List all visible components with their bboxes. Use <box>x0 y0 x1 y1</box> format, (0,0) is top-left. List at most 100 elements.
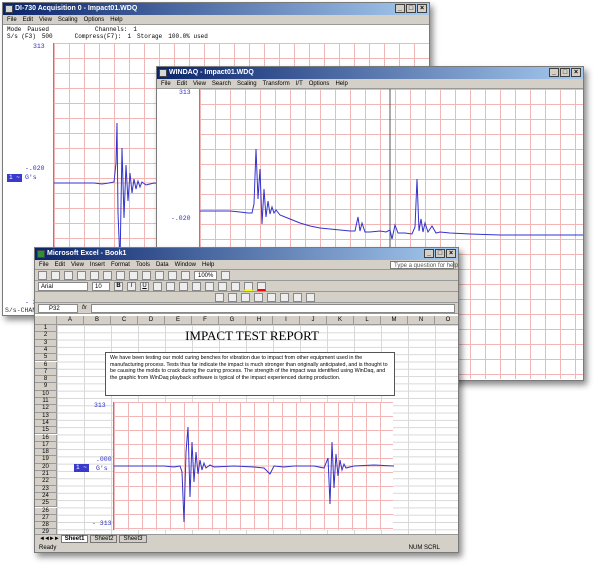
menu-scaling[interactable]: Scaling <box>58 15 78 24</box>
minimize-button[interactable]: _ <box>549 68 559 77</box>
row-header[interactable]: 17 <box>35 441 57 450</box>
paste-icon[interactable] <box>116 270 125 280</box>
menu-options[interactable]: Options <box>309 79 330 88</box>
row-header[interactable]: 10 <box>35 390 57 398</box>
embedded-chart[interactable]: 313 .000 1 ~ G's - 313 <box>74 402 394 530</box>
menu-transform[interactable]: Transform <box>263 79 290 88</box>
column-header[interactable]: K <box>327 316 354 325</box>
percent-icon[interactable] <box>218 281 227 291</box>
column-header[interactable]: N <box>408 316 435 325</box>
row-header[interactable]: 12 <box>35 405 57 413</box>
row-header[interactable]: 24 <box>35 492 57 501</box>
row-header[interactable]: 2 <box>35 332 57 340</box>
font-size-select[interactable]: 10 <box>92 281 110 291</box>
font-color-icon[interactable] <box>257 281 266 291</box>
row-header[interactable]: 25 <box>35 500 57 508</box>
borders-icon[interactable] <box>231 281 240 291</box>
cut-icon[interactable] <box>90 270 99 280</box>
menu-file[interactable]: File <box>7 15 17 24</box>
underline-icon[interactable]: U <box>140 281 149 291</box>
column-header[interactable]: O <box>435 316 458 325</box>
row-header[interactable]: 28 <box>35 522 57 530</box>
bold-icon[interactable]: B <box>114 281 123 291</box>
column-header[interactable]: E <box>165 316 192 325</box>
menu-view[interactable]: View <box>71 260 84 269</box>
new-icon[interactable] <box>38 270 47 280</box>
select-all-corner[interactable] <box>35 316 57 325</box>
row-header[interactable]: 19 <box>35 456 57 464</box>
arrow-icon[interactable] <box>241 292 250 302</box>
chart-icon[interactable] <box>181 270 190 280</box>
row-header[interactable]: 18 <box>35 449 57 457</box>
row-header[interactable]: 22 <box>35 478 57 486</box>
align-right-icon[interactable] <box>179 281 188 291</box>
merge-icon[interactable] <box>192 281 201 291</box>
print-icon[interactable] <box>77 270 86 280</box>
column-header[interactable]: A <box>57 316 84 325</box>
rectangle-icon[interactable] <box>254 292 263 302</box>
row-header[interactable]: 7 <box>35 368 57 377</box>
di730-titlebar[interactable]: DI-730 Acquisition 0 - Impact01.WDQ _ □ × <box>3 3 429 15</box>
textbox-icon[interactable] <box>280 292 289 302</box>
close-button[interactable]: × <box>417 4 427 13</box>
row-header[interactable]: 3 <box>35 339 57 347</box>
menu-search[interactable]: Search <box>212 79 231 88</box>
row-header[interactable]: 1 <box>35 325 57 333</box>
di730-channel-tag[interactable]: 1 ~ <box>7 174 22 182</box>
row-header[interactable]: 16 <box>35 434 57 442</box>
align-center-icon[interactable] <box>166 281 175 291</box>
menu-scaling[interactable]: Scaling <box>237 79 257 88</box>
column-header[interactable]: L <box>354 316 381 325</box>
row-header[interactable]: 26 <box>35 507 57 515</box>
menu-tools[interactable]: Tools <box>136 260 150 269</box>
column-header[interactable]: B <box>84 316 111 325</box>
row-header[interactable]: 15 <box>35 427 57 435</box>
formula-input[interactable] <box>90 303 455 313</box>
column-header[interactable]: J <box>300 316 327 325</box>
menu-edit[interactable]: Edit <box>55 260 65 269</box>
italic-icon[interactable]: I <box>127 281 136 291</box>
menu-file[interactable]: File <box>39 260 49 269</box>
sheet-area[interactable]: ABCDEFGHIJKLMNO 1 2 3 4 5 6 7 8 9 10 11 12 13 14 15 16 1… <box>35 316 458 534</box>
oval-icon[interactable] <box>267 292 276 302</box>
wordart-icon[interactable] <box>293 292 302 302</box>
maximize-button[interactable]: □ <box>435 249 445 258</box>
open-icon[interactable] <box>51 270 60 280</box>
windaq-titlebar[interactable]: WINDAQ - Impact01.WDQ _ □ × <box>157 67 583 79</box>
undo-icon[interactable] <box>129 270 138 280</box>
copy-icon[interactable] <box>103 270 112 280</box>
column-header[interactable]: H <box>246 316 273 325</box>
currency-icon[interactable] <box>205 281 214 291</box>
minimize-button[interactable]: _ <box>424 249 434 258</box>
excel-titlebar[interactable]: Microsoft Excel - Book1 _ □ × <box>35 248 458 260</box>
row-header[interactable]: 9 <box>35 383 57 391</box>
menu-edit[interactable]: Edit <box>177 79 187 88</box>
line-icon[interactable] <box>228 292 237 302</box>
name-box[interactable]: P32 <box>38 303 78 313</box>
row-header[interactable]: 20 <box>35 463 57 471</box>
menu-window[interactable]: Window <box>175 260 196 269</box>
row-header[interactable]: 27 <box>35 514 57 523</box>
help-icon[interactable] <box>221 270 231 280</box>
row-header[interactable]: 21 <box>35 471 57 479</box>
column-header[interactable]: F <box>192 316 219 325</box>
row-header[interactable]: 13 <box>35 412 57 420</box>
report-textbox[interactable]: We have been testing our mold curing ben… <box>105 352 395 396</box>
maximize-button[interactable]: □ <box>560 68 570 77</box>
redo-icon[interactable] <box>142 270 151 280</box>
menu-format[interactable]: Format <box>111 260 130 269</box>
column-header[interactable]: M <box>381 316 408 325</box>
menu-help[interactable]: Help <box>110 15 122 24</box>
menu-view[interactable]: View <box>193 79 206 88</box>
menu-edit[interactable]: Edit <box>23 15 33 24</box>
menu-insert[interactable]: Insert <box>90 260 105 269</box>
row-header[interactable]: 5 <box>35 354 57 362</box>
menu-view[interactable]: View <box>39 15 52 24</box>
menu-data[interactable]: Data <box>156 260 169 269</box>
menu-options[interactable]: Options <box>84 15 105 24</box>
tab-sheet1[interactable]: Sheet1 <box>60 535 89 543</box>
fx-icon[interactable]: fx <box>82 305 87 311</box>
tab-nav-icon[interactable]: ◄◄►► <box>39 536 60 542</box>
minimize-button[interactable]: _ <box>395 4 405 13</box>
tab-sheet3[interactable]: Sheet3 <box>119 535 147 543</box>
